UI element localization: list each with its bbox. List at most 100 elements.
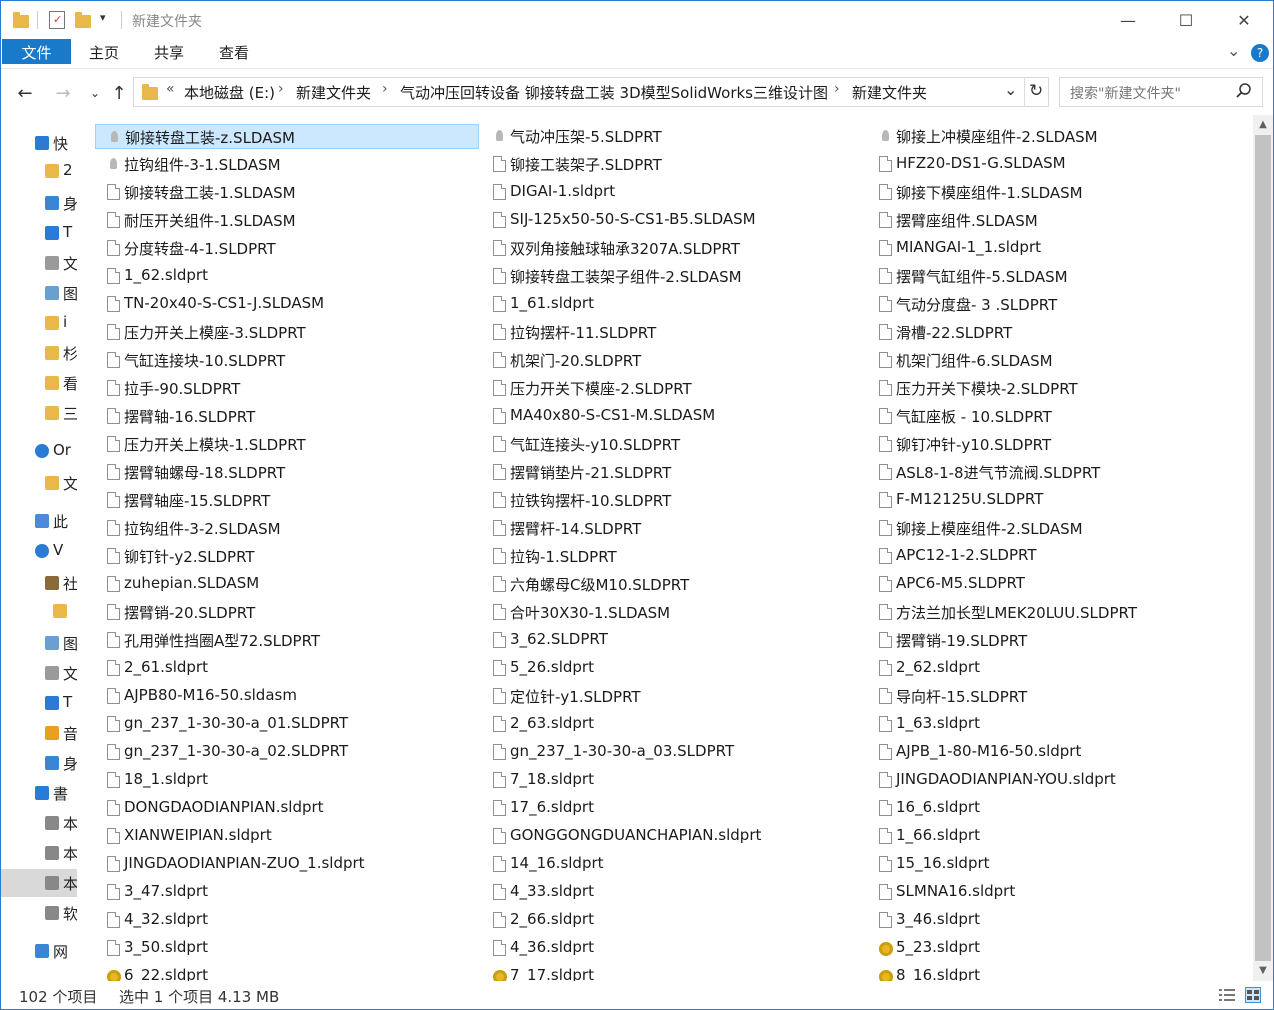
file-item[interactable]: 气动分度盘- 3 .SLDPRT: [867, 292, 1251, 317]
tab-view[interactable]: 查看: [203, 39, 265, 68]
nav-item[interactable]: T: [1, 219, 77, 247]
nav-item[interactable]: 快: [1, 129, 77, 157]
file-item[interactable]: 方法兰加长型LMEK20LUU.SLDPRT: [867, 600, 1251, 625]
file-item[interactable]: 导向杆-15.SLDPRT: [867, 684, 1251, 709]
file-item[interactable]: 3_62.SLDPRT: [481, 628, 865, 653]
file-item[interactable]: 机架门-20.SLDPRT: [481, 348, 865, 373]
file-item[interactable]: 摆臂气缸组件-5.SLDASM: [867, 264, 1251, 289]
file-item[interactable]: 拉钩-1.SLDPRT: [481, 544, 865, 569]
file-item[interactable]: APC12-1-2.SLDPRT: [867, 544, 1251, 569]
file-item[interactable]: 4_32.sldprt: [95, 908, 479, 933]
file-item[interactable]: SIJ-125x50-50-S-CS1-B5.SLDASM: [481, 208, 865, 233]
nav-item[interactable]: 软: [1, 899, 77, 927]
properties-icon[interactable]: ✓: [49, 11, 65, 29]
file-item[interactable]: 压力开关上模块-1.SLDPRT: [95, 432, 479, 457]
nav-item[interactable]: 音: [1, 719, 77, 747]
file-item[interactable]: 六角螺母C级M10.SLDPRT: [481, 572, 865, 597]
tab-home[interactable]: 主页: [73, 39, 135, 68]
file-item[interactable]: 2_66.sldprt: [481, 908, 865, 933]
file-item[interactable]: 4_36.sldprt: [481, 936, 865, 961]
recent-locations-button[interactable]: ⌄: [83, 81, 107, 105]
file-item[interactable]: 4_33.sldprt: [481, 880, 865, 905]
address-bar[interactable]: « 本地磁盘 (E:) › 新建文件夹 › 气动冲压回转设备 铆接转盘工装 3D…: [133, 77, 1049, 107]
file-item[interactable]: 摆臂座组件.SLDASM: [867, 208, 1251, 233]
nav-item[interactable]: Or: [1, 437, 77, 465]
file-item[interactable]: 滑槽-22.SLDPRT: [867, 320, 1251, 345]
nav-item[interactable]: i: [1, 309, 77, 337]
file-item[interactable]: 铆接上冲模座组件-2.SLDASM: [867, 124, 1251, 149]
file-item[interactable]: F-M12125U.SLDPRT: [867, 488, 1251, 513]
nav-item[interactable]: 文: [1, 659, 77, 687]
file-item[interactable]: 耐压开关组件-1.SLDASM: [95, 208, 479, 233]
file-item[interactable]: 2_63.sldprt: [481, 712, 865, 737]
file-item[interactable]: MA40x80-S-CS1-M.SLDASM: [481, 404, 865, 429]
file-item[interactable]: 铆接转盘工装架子组件-2.SLDASM: [481, 264, 865, 289]
tab-share[interactable]: 共享: [138, 39, 200, 68]
file-item[interactable]: 15_16.sldprt: [867, 852, 1251, 877]
file-item[interactable]: 17_6.sldprt: [481, 796, 865, 821]
file-item[interactable]: 铆接转盘工装-z.SLDASM: [95, 124, 479, 149]
scroll-up-icon[interactable]: ▲: [1257, 119, 1269, 133]
minimize-button[interactable]: —: [1099, 1, 1157, 39]
nav-item[interactable]: 社: [1, 569, 77, 597]
nav-item[interactable]: 网: [1, 937, 77, 965]
file-item[interactable]: 摆臂销-19.SLDPRT: [867, 628, 1251, 653]
close-button[interactable]: ✕: [1215, 1, 1273, 39]
file-item[interactable]: APC6-M5.SLDPRT: [867, 572, 1251, 597]
file-item[interactable]: 孔用弹性挡圈A型72.SLDPRT: [95, 628, 479, 653]
file-item[interactable]: 1_66.sldprt: [867, 824, 1251, 849]
file-item[interactable]: 双列角接触球轴承3207A.SLDPRT: [481, 236, 865, 261]
file-item[interactable]: 铆钉针-y2.SLDPRT: [95, 544, 479, 569]
breadcrumb-drive[interactable]: 本地磁盘 (E:): [184, 82, 275, 103]
scroll-down-icon[interactable]: ▼: [1257, 965, 1269, 979]
file-item[interactable]: 摆臂轴座-15.SLDPRT: [95, 488, 479, 513]
file-item[interactable]: 18_1.sldprt: [95, 768, 479, 793]
file-item[interactable]: gn_237_1-30-30-a_03.SLDPRT: [481, 740, 865, 765]
nav-item[interactable]: 文: [1, 249, 77, 277]
search-input[interactable]: 搜索"新建文件夹": [1070, 83, 1181, 103]
file-item[interactable]: JINGDAODIANPIAN-ZUO_1.sldprt: [95, 852, 479, 877]
file-item[interactable]: 拉铁钩摆杆-10.SLDPRT: [481, 488, 865, 513]
address-dropdown-icon[interactable]: ⌄: [1004, 80, 1017, 99]
file-item[interactable]: MIANGAI-1_1.sldprt: [867, 236, 1251, 261]
file-item[interactable]: DONGDAODIANPIAN.sldprt: [95, 796, 479, 821]
file-item[interactable]: 5_26.sldprt: [481, 656, 865, 681]
file-item[interactable]: 铆接下模座组件-1.SLDASM: [867, 180, 1251, 205]
nav-item[interactable]: 三: [1, 399, 77, 427]
nav-item[interactable]: 書: [1, 779, 77, 807]
file-item[interactable]: ASL8-1-8进气节流阀.SLDPRT: [867, 460, 1251, 485]
nav-item[interactable]: 此: [1, 507, 77, 535]
nav-item[interactable]: 图: [1, 279, 77, 307]
file-item[interactable]: 压力开关上模座-3.SLDPRT: [95, 320, 479, 345]
file-item[interactable]: 摆臂轴-16.SLDPRT: [95, 404, 479, 429]
file-item[interactable]: JINGDAODIANPIAN-YOU.sldprt: [867, 768, 1251, 793]
file-item[interactable]: 压力开关下模座-2.SLDPRT: [481, 376, 865, 401]
ribbon-expand-icon[interactable]: ⌄: [1227, 41, 1240, 60]
scrollbar-thumb[interactable]: [1255, 135, 1271, 961]
file-item[interactable]: 1_63.sldprt: [867, 712, 1251, 737]
file-item[interactable]: 铆接转盘工装-1.SLDASM: [95, 180, 479, 205]
search-box[interactable]: 搜索"新建文件夹": [1059, 77, 1263, 107]
file-item[interactable]: gn_237_1-30-30-a_02.SLDPRT: [95, 740, 479, 765]
nav-item[interactable]: 本: [1, 869, 77, 897]
forward-button[interactable]: →: [51, 81, 75, 105]
file-item[interactable]: 16_6.sldprt: [867, 796, 1251, 821]
file-item[interactable]: SLMNA16.sldprt: [867, 880, 1251, 905]
vertical-scrollbar[interactable]: ▲ ▼: [1253, 115, 1273, 981]
file-item[interactable]: 6_22.sldprt: [95, 964, 479, 981]
file-item[interactable]: 压力开关下模块-2.SLDPRT: [867, 376, 1251, 401]
file-item[interactable]: 摆臂杆-14.SLDPRT: [481, 516, 865, 541]
back-button[interactable]: ←: [13, 81, 37, 105]
file-item[interactable]: 摆臂销垫片-21.SLDPRT: [481, 460, 865, 485]
file-item[interactable]: 摆臂轴螺母-18.SLDPRT: [95, 460, 479, 485]
file-item[interactable]: TN-20x40-S-CS1-J.SLDASM: [95, 292, 479, 317]
nav-item[interactable]: 本: [1, 839, 77, 867]
file-item[interactable]: 3_50.sldprt: [95, 936, 479, 961]
file-item[interactable]: 1_62.sldprt: [95, 264, 479, 289]
maximize-button[interactable]: ☐: [1157, 1, 1215, 39]
file-item[interactable]: 气缸座板 - 10.SLDPRT: [867, 404, 1251, 429]
nav-item[interactable]: 看: [1, 369, 77, 397]
file-item[interactable]: 3_47.sldprt: [95, 880, 479, 905]
up-button[interactable]: ↑: [107, 81, 131, 105]
breadcrumb-folder-2[interactable]: 气动冲压回转设备 铆接转盘工装 3D模型SolidWorks三维设计图: [400, 82, 828, 103]
